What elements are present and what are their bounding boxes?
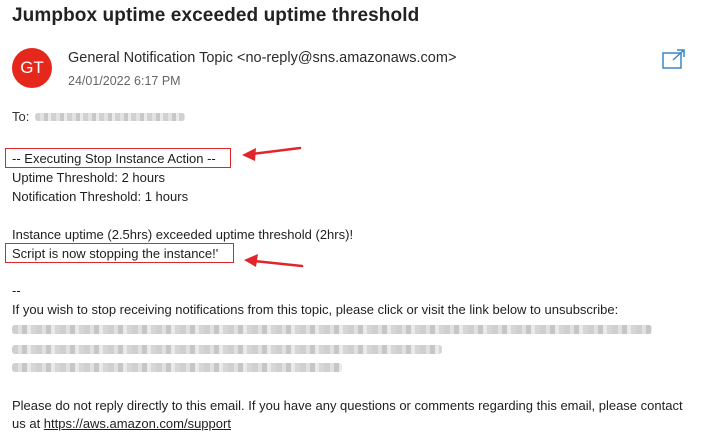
- body-line-executing: -- Executing Stop Instance Action --: [12, 151, 216, 166]
- email-subject: Jumpbox uptime exceeded uptime threshold: [12, 5, 420, 26]
- to-label: To:: [12, 109, 30, 124]
- red-arrow-executing: [242, 146, 302, 161]
- red-arrow-stopping: [244, 254, 304, 268]
- body-line-uptime-threshold: Uptime Threshold: 2 hours: [12, 170, 165, 185]
- footer-us-at: us at: [12, 416, 44, 431]
- avatar-initials: GT: [20, 58, 44, 77]
- body-line-stopping: Script is now stopping the instance!': [12, 246, 219, 261]
- to-row: To:: [12, 109, 186, 124]
- open-in-new-window-icon[interactable]: [661, 48, 687, 70]
- sender-avatar: GT: [12, 48, 52, 88]
- body-line-notification-threshold: Notification Threshold: 1 hours: [12, 189, 189, 204]
- separator-dashes: --: [12, 283, 21, 298]
- redacted-unsubscribe-link-3[interactable]: [12, 363, 342, 372]
- support-link[interactable]: https://aws.amazon.com/support: [44, 416, 231, 431]
- footer-line-1: Please do not reply directly to this ema…: [12, 398, 683, 413]
- redacted-recipient: [35, 112, 186, 121]
- email-date: 24/01/2022 6:17 PM: [68, 74, 181, 88]
- footer-line-2: us at https://aws.amazon.com/support: [12, 416, 231, 431]
- sender-name[interactable]: General Notification Topic <no-reply@sns…: [68, 50, 456, 66]
- redacted-unsubscribe-link-1[interactable]: [12, 325, 652, 334]
- unsubscribe-text: If you wish to stop receiving notificati…: [12, 302, 619, 317]
- redacted-unsubscribe-link-2[interactable]: [12, 345, 442, 354]
- body-line-instance-uptime: Instance uptime (2.5hrs) exceeded uptime…: [12, 227, 354, 242]
